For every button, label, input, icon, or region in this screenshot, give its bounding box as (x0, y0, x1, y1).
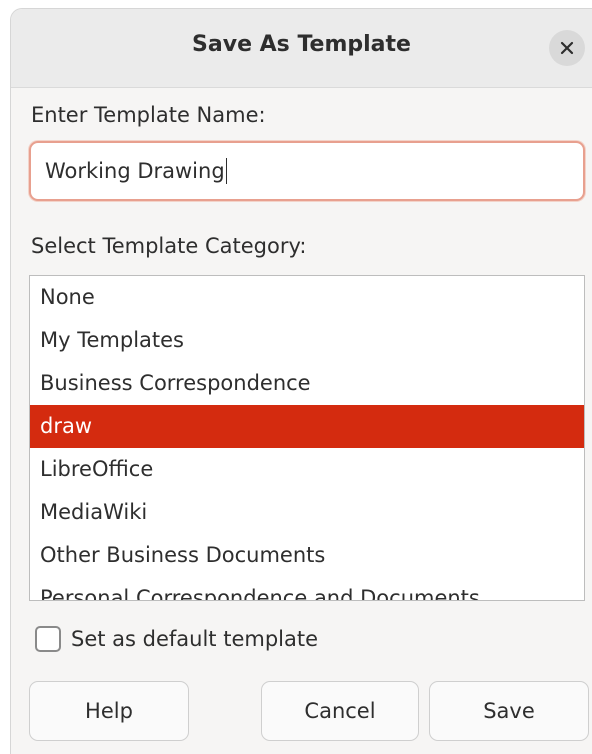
default-template-option[interactable]: Set as default template (35, 623, 318, 655)
template-name-value: Working Drawing (45, 159, 225, 183)
list-item-personal-correspondence[interactable]: Personal Correspondence and Documents (30, 577, 584, 600)
help-button[interactable]: Help (29, 681, 189, 741)
default-template-label: Set as default template (71, 627, 319, 651)
list-item-other-business-documents[interactable]: Other Business Documents (30, 534, 584, 577)
text-caret (225, 158, 227, 184)
template-category-label: Select Template Category: (31, 234, 307, 258)
list-item-business-correspondence[interactable]: Business Correspondence (30, 362, 584, 405)
close-icon (560, 41, 574, 55)
template-name-input[interactable]: Working Drawing (29, 141, 585, 201)
close-button[interactable] (549, 30, 585, 66)
save-as-template-dialog: Save As Template Enter Template Name: Wo… (10, 8, 592, 754)
dialog-titlebar: Save As Template (11, 9, 592, 88)
list-item-libreoffice[interactable]: LibreOffice (30, 448, 584, 491)
list-item-mediawiki[interactable]: MediaWiki (30, 491, 584, 534)
default-template-checkbox[interactable] (35, 626, 61, 652)
list-item-draw[interactable]: draw (30, 405, 584, 448)
dialog-title: Save As Template (192, 32, 411, 57)
template-category-list[interactable]: None My Templates Business Correspondenc… (29, 275, 585, 601)
template-name-label: Enter Template Name: (31, 103, 266, 127)
list-item-none[interactable]: None (30, 276, 584, 319)
save-button[interactable]: Save (429, 681, 589, 741)
cancel-button[interactable]: Cancel (261, 681, 419, 741)
list-item-my-templates[interactable]: My Templates (30, 319, 584, 362)
